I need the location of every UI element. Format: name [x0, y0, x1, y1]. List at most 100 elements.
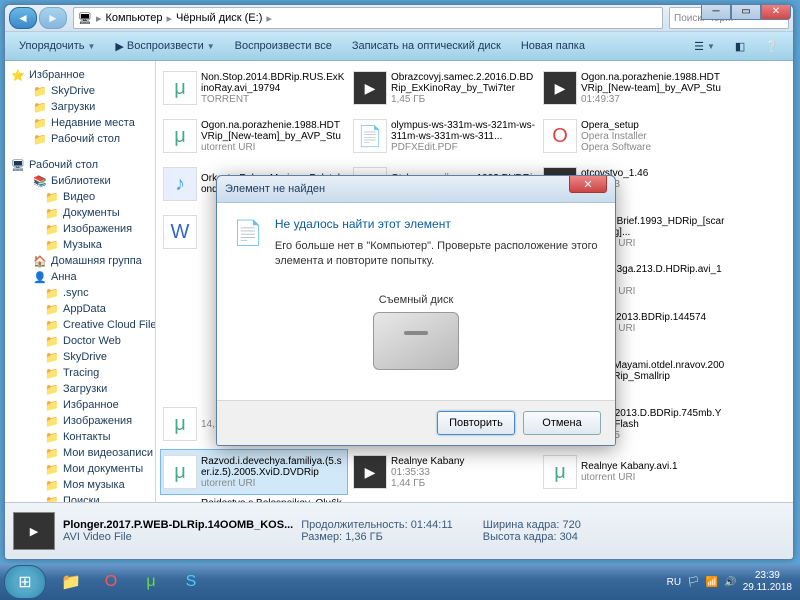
- tray-clock[interactable]: 23:3929.11.2018: [743, 570, 792, 594]
- sidebar-item[interactable]: 📁Doctor Web: [5, 333, 155, 349]
- folder-icon: 📁: [45, 462, 59, 476]
- sidebar-item[interactable]: 📁Creative Cloud Files: [5, 317, 155, 333]
- taskbar-skype-icon[interactable]: S: [172, 566, 210, 598]
- folder-icon: 📁: [33, 132, 47, 146]
- video-icon: ▶: [353, 455, 387, 489]
- file-item[interactable]: μ Non.Stop.2014.BDRip.RUS.ExKinoRay.avi_…: [160, 65, 348, 111]
- maximize-button[interactable]: ▭: [731, 4, 761, 20]
- folder-icon: 📁: [33, 116, 47, 130]
- sidebar-item[interactable]: ⭐Избранное: [5, 67, 155, 83]
- file-item[interactable]: ▶ Obrazcovyj.samec.2.2016.D.BDRip_ExKino…: [350, 65, 538, 111]
- folder-icon: 📁: [45, 398, 59, 412]
- taskbar-explorer-icon[interactable]: 📁: [52, 566, 90, 598]
- burn-button[interactable]: Записать на оптический диск: [344, 38, 509, 54]
- folder-icon: 📁: [45, 190, 59, 204]
- file-item[interactable]: μ Ogon.na.porazhenie.1988.HDTVRip_[New-t…: [160, 113, 348, 159]
- sidebar-item[interactable]: 👤Анна: [5, 269, 155, 285]
- folder-icon: 📁: [45, 286, 59, 300]
- refresh-icon: 📄: [233, 217, 263, 249]
- sidebar-item[interactable]: 📁Мои документы: [5, 461, 155, 477]
- play-all-button[interactable]: Воспроизвести все: [227, 38, 340, 54]
- folder-icon: 📁: [45, 238, 59, 252]
- video-icon: ▶: [353, 71, 387, 105]
- sidebar-item[interactable]: 📁Загрузки: [5, 381, 155, 397]
- sidebar-item[interactable]: 📁Документы: [5, 205, 155, 221]
- file-item[interactable]: ▶ Ogon.na.porazhenie.1988.HDTVRip_[New-t…: [540, 65, 728, 111]
- tray-flag-icon[interactable]: 🏳: [687, 577, 700, 588]
- bc-drive[interactable]: Чёрный диск (E:): [176, 12, 262, 24]
- sidebar-item[interactable]: 📁SkyDrive: [5, 83, 155, 99]
- taskbar-opera-icon[interactable]: O: [92, 566, 130, 598]
- file-meta: utorrent URI: [581, 472, 725, 483]
- sidebar-item[interactable]: 📁SkyDrive: [5, 349, 155, 365]
- file-meta: 01:49:37: [581, 94, 725, 105]
- sidebar-item[interactable]: 📁Моя музыка: [5, 477, 155, 493]
- sidebar-item[interactable]: 📁.sync: [5, 285, 155, 301]
- tray-network-icon[interactable]: 📶: [706, 577, 718, 588]
- help-button[interactable]: ❔: [757, 38, 787, 55]
- close-button[interactable]: ✕: [761, 4, 791, 20]
- back-button[interactable]: ◄: [9, 7, 37, 29]
- detail-filename: Plonger.2017.P.WEB-DLRip.14OOMB_KOS...: [63, 519, 293, 531]
- sidebar-item[interactable]: 📁Недавние места: [5, 115, 155, 131]
- folder-icon: 📁: [45, 334, 59, 348]
- sidebar-item[interactable]: 📚Библиотеки: [5, 173, 155, 189]
- torrent-icon: μ: [163, 455, 197, 489]
- sidebar-item[interactable]: 📁Изображения: [5, 413, 155, 429]
- folder-icon: 📁: [33, 84, 47, 98]
- home-icon: 🏠: [33, 254, 47, 268]
- tray-lang[interactable]: RU: [667, 577, 681, 588]
- preview-pane-button[interactable]: ◧: [727, 38, 753, 55]
- computer-icon: 🖥: [78, 12, 92, 25]
- tray-volume-icon[interactable]: 🔊: [724, 577, 736, 588]
- dialog-title: Элемент не найден: [225, 183, 325, 195]
- file-meta: Opera InstallerOpera Software: [581, 131, 725, 153]
- folder-icon: 📁: [45, 302, 59, 316]
- desk-icon: 🖥: [11, 158, 25, 172]
- audio-icon: ♪: [163, 167, 197, 201]
- minimize-button[interactable]: ─: [701, 4, 731, 20]
- file-meta: PDFXEdit.PDF: [391, 142, 535, 153]
- file-item[interactable]: μ Razvod.i.devechya.familiya.(5.ser.iz.5…: [160, 449, 348, 495]
- file-meta: TORRENT: [201, 94, 345, 105]
- titlebar: ◄ ► 🖥▸ Компьютер▸ Чёрный диск (E:)▸ Поис…: [5, 5, 793, 32]
- forward-button[interactable]: ►: [39, 7, 67, 29]
- sidebar-item[interactable]: 📁Музыка: [5, 237, 155, 253]
- organize-button[interactable]: Упорядочить ▼: [11, 38, 103, 54]
- sidebar-item[interactable]: 📁Рабочий стол: [5, 131, 155, 147]
- file-meta: 1,45 ГБ: [391, 94, 535, 105]
- video-icon: ▶: [13, 512, 55, 550]
- view-options-button[interactable]: ☰ ▼: [686, 38, 723, 55]
- breadcrumb[interactable]: 🖥▸ Компьютер▸ Чёрный диск (E:)▸: [73, 7, 663, 29]
- sidebar-item[interactable]: 📁Изображения: [5, 221, 155, 237]
- sidebar-item[interactable]: 📁AppData: [5, 301, 155, 317]
- file-name: Ogon.na.porazhenie.1988.HDTVRip_[New-tea…: [581, 72, 725, 94]
- sidebar-item[interactable]: 📁Мои видеозаписи: [5, 445, 155, 461]
- file-item[interactable]: 📄 olympus-ws-331m-ws-321m-ws-311m-ws-331…: [350, 113, 538, 159]
- sidebar-item[interactable]: 📁Поиски: [5, 493, 155, 502]
- star-icon: ⭐: [11, 68, 25, 82]
- lib-icon: 📚: [33, 174, 47, 188]
- file-item[interactable]: ▶ Realnye Kabany01:35:331,44 ГБ: [350, 449, 538, 495]
- new-folder-button[interactable]: Новая папка: [513, 38, 593, 54]
- file-item[interactable]: μ Realnye Kabany.avi.1utorrent URI: [540, 449, 728, 495]
- tray: RU 🏳 📶 🔊 23:3929.11.2018: [667, 570, 796, 594]
- file-name: Razvod.i.devechya.familiya.(5.ser.iz.5).…: [201, 456, 345, 478]
- retry-button[interactable]: Повторить: [437, 411, 515, 435]
- sidebar-item[interactable]: 📁Загрузки: [5, 99, 155, 115]
- sidebar-item[interactable]: 🖥Рабочий стол: [5, 157, 155, 173]
- sidebar-item[interactable]: 📁Контакты: [5, 429, 155, 445]
- sidebar-item[interactable]: 📁Избранное: [5, 397, 155, 413]
- opera-icon: O: [543, 119, 577, 153]
- start-button[interactable]: ⊞: [4, 565, 46, 599]
- sidebar-item[interactable]: 📁Видео: [5, 189, 155, 205]
- file-item[interactable]: O Opera_setupOpera InstallerOpera Softwa…: [540, 113, 728, 159]
- sidebar-item[interactable]: 📁Tracing: [5, 365, 155, 381]
- dialog-close-button[interactable]: ✕: [569, 175, 607, 193]
- dialog-titlebar[interactable]: Элемент не найден ✕: [217, 176, 615, 203]
- cancel-button[interactable]: Отмена: [523, 411, 601, 435]
- taskbar-utorrent-icon[interactable]: μ: [132, 566, 170, 598]
- sidebar-item[interactable]: 🏠Домашняя группа: [5, 253, 155, 269]
- bc-computer[interactable]: Компьютер: [106, 12, 163, 24]
- play-button[interactable]: ▶ Воспроизвести ▼: [107, 38, 222, 55]
